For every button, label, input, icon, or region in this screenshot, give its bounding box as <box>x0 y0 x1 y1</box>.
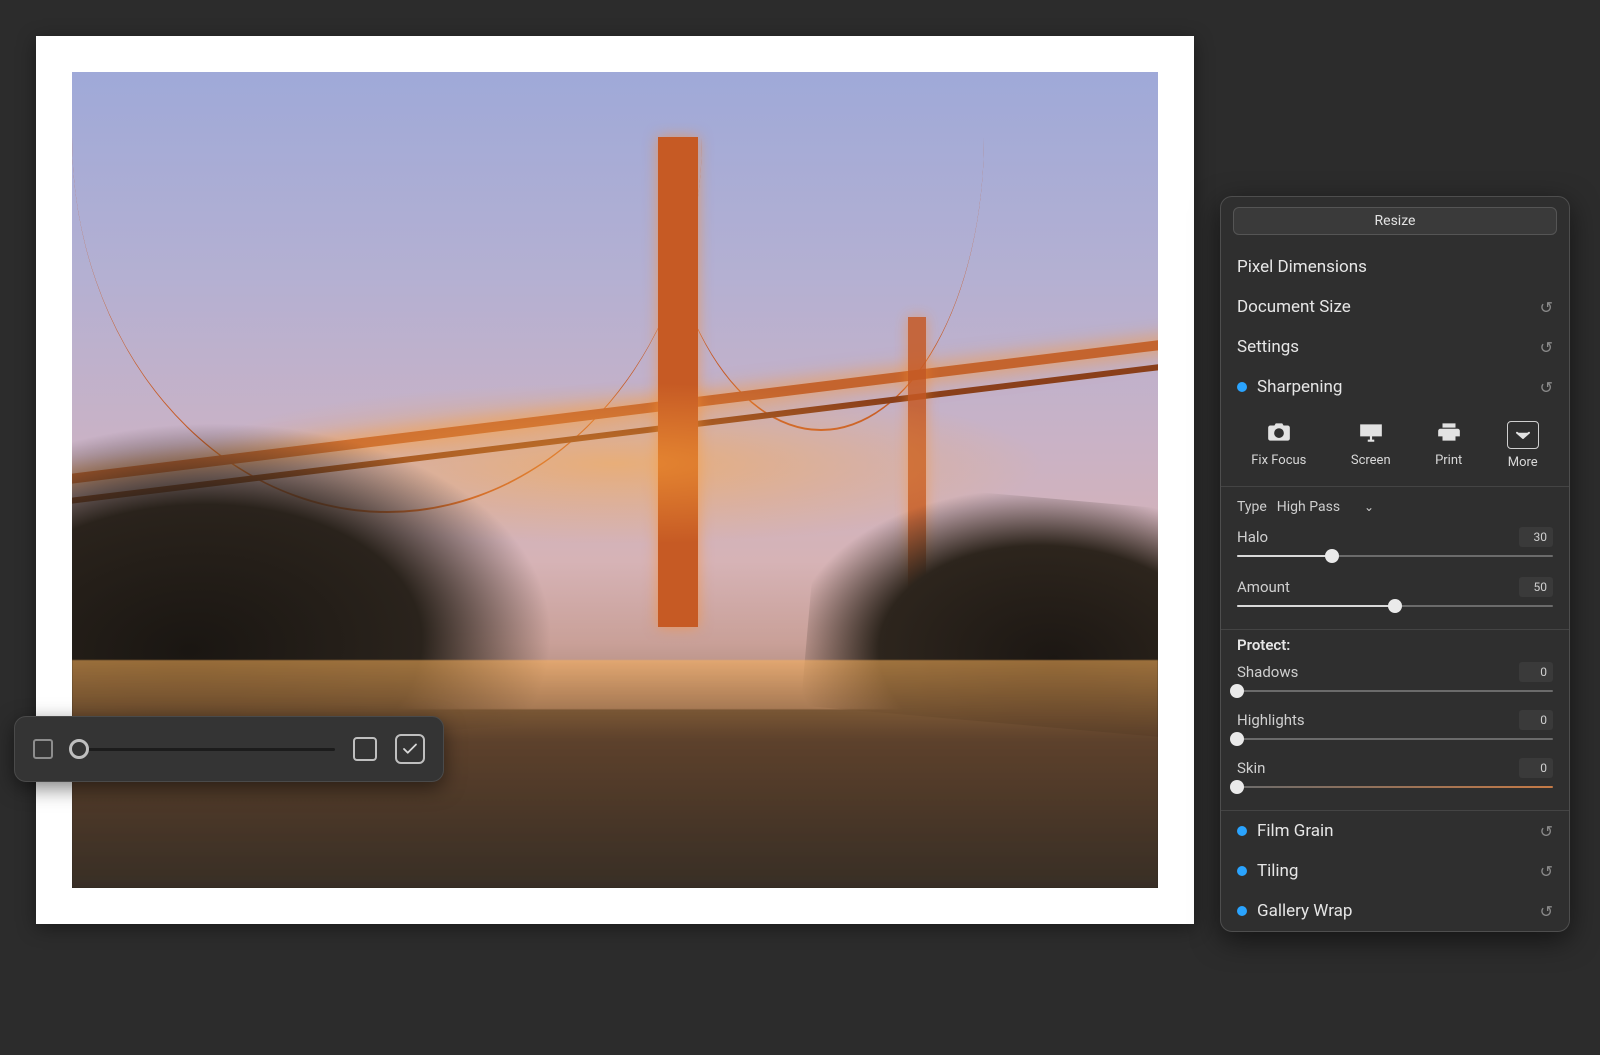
section-title: Pixel Dimensions <box>1237 257 1367 277</box>
slider-handle[interactable] <box>1230 732 1244 746</box>
slider-handle[interactable] <box>1230 780 1244 794</box>
camera-icon <box>1266 421 1292 447</box>
zoom-slider[interactable] <box>71 739 335 759</box>
enabled-dot-icon[interactable] <box>1237 866 1247 876</box>
zoom-toolbar <box>14 716 444 782</box>
type-block: Type High Pass ⌄ Halo 30 Amount 50 <box>1221 487 1569 629</box>
bridge-tower <box>658 137 698 627</box>
preset-screen[interactable]: Screen <box>1351 421 1391 470</box>
fit-screen-icon[interactable] <box>353 737 377 761</box>
resize-panel: Resize Pixel Dimensions Document Size ↺ … <box>1220 196 1570 932</box>
skin-label: Skin <box>1237 759 1265 777</box>
amount-value[interactable]: 50 <box>1519 577 1553 597</box>
monitor-icon <box>1358 421 1384 447</box>
more-box-icon <box>1507 421 1539 449</box>
enabled-dot-icon[interactable] <box>1237 906 1247 916</box>
type-label: Type <box>1237 499 1267 515</box>
halo-label: Halo <box>1237 528 1268 546</box>
sharpening-preset-row: Fix Focus Screen Print More <box>1221 407 1569 486</box>
reset-icon[interactable]: ↺ <box>1540 902 1553 921</box>
printer-icon <box>1436 421 1462 447</box>
highlights-slider[interactable] <box>1237 730 1553 748</box>
icon-label: Fix Focus <box>1251 453 1306 468</box>
proof-toggle-icon[interactable] <box>395 734 425 764</box>
type-row[interactable]: Type High Pass ⌄ <box>1237 499 1553 515</box>
section-title: Gallery Wrap <box>1257 901 1352 921</box>
slider-handle[interactable] <box>1388 599 1402 613</box>
preset-print[interactable]: Print <box>1435 421 1462 470</box>
reset-icon[interactable]: ↺ <box>1540 822 1553 841</box>
type-value: High Pass <box>1277 499 1340 515</box>
panel-header: Resize <box>1221 197 1569 247</box>
resize-button[interactable]: Resize <box>1233 207 1557 235</box>
canvas-matte <box>36 36 1194 924</box>
shadows-slider[interactable] <box>1237 682 1553 700</box>
section-title: Settings <box>1237 337 1299 357</box>
preset-fix-focus[interactable]: Fix Focus <box>1251 421 1306 470</box>
slider-track <box>1237 690 1553 692</box>
enabled-dot-icon[interactable] <box>1237 382 1247 392</box>
slider-fill <box>1237 555 1332 557</box>
slider-handle[interactable] <box>1230 684 1244 698</box>
preset-more[interactable]: More <box>1507 421 1539 470</box>
skin-slider[interactable] <box>1237 778 1553 796</box>
reset-icon[interactable]: ↺ <box>1540 378 1553 397</box>
halo-value[interactable]: 30 <box>1519 527 1553 547</box>
protect-block: Shadows 0 Highlights 0 Skin 0 <box>1221 656 1569 810</box>
highlights-value[interactable]: 0 <box>1519 710 1553 730</box>
icon-label: Screen <box>1351 453 1391 468</box>
zoom-slider-handle[interactable] <box>69 739 89 759</box>
amount-slider[interactable] <box>1237 597 1553 615</box>
slider-track <box>1237 786 1553 788</box>
chevron-down-icon: ⌄ <box>1364 500 1374 514</box>
section-settings[interactable]: Settings ↺ <box>1221 327 1569 367</box>
reset-icon[interactable]: ↺ <box>1540 338 1553 357</box>
shadows-value[interactable]: 0 <box>1519 662 1553 682</box>
skin-value[interactable]: 0 <box>1519 758 1553 778</box>
section-title: Sharpening <box>1257 377 1342 397</box>
slider-fill <box>1237 605 1395 607</box>
section-document-size[interactable]: Document Size ↺ <box>1221 287 1569 327</box>
section-gallery-wrap[interactable]: Gallery Wrap ↺ <box>1221 891 1569 931</box>
slider-handle[interactable] <box>1325 549 1339 563</box>
section-pixel-dimensions[interactable]: Pixel Dimensions <box>1221 247 1569 287</box>
section-tiling[interactable]: Tiling ↺ <box>1221 851 1569 891</box>
halo-slider[interactable] <box>1237 547 1553 565</box>
protect-heading: Protect: <box>1221 630 1569 656</box>
section-sharpening[interactable]: Sharpening ↺ <box>1221 367 1569 407</box>
icon-label: Print <box>1435 453 1462 468</box>
section-title: Film Grain <box>1257 821 1334 841</box>
reset-icon[interactable]: ↺ <box>1540 298 1553 317</box>
amount-label: Amount <box>1237 578 1290 596</box>
section-title: Document Size <box>1237 297 1351 317</box>
highlights-label: Highlights <box>1237 711 1305 729</box>
section-film-grain[interactable]: Film Grain ↺ <box>1221 811 1569 851</box>
reset-icon[interactable]: ↺ <box>1540 862 1553 881</box>
shadows-label: Shadows <box>1237 663 1298 681</box>
zoom-min-icon[interactable] <box>33 739 53 759</box>
enabled-dot-icon[interactable] <box>1237 826 1247 836</box>
zoom-slider-track <box>71 748 335 751</box>
icon-label: More <box>1508 455 1538 470</box>
section-title: Tiling <box>1257 861 1298 881</box>
slider-track <box>1237 738 1553 740</box>
